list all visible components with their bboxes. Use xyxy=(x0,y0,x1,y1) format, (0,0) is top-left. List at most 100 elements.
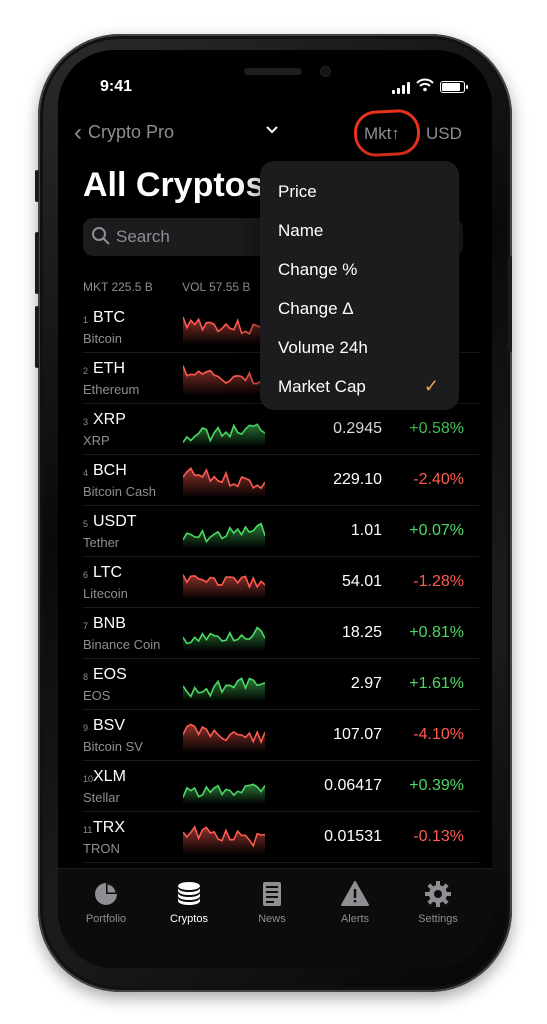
coin-rank: 6 xyxy=(83,570,89,580)
cellular-signal-icon xyxy=(392,82,410,94)
tab-bar: Portfolio Cryptos News Alerts Settings xyxy=(58,868,492,968)
coin-name: Litecoin xyxy=(83,586,128,601)
coin-name: Binance Coin xyxy=(83,637,161,652)
sparkline-area xyxy=(183,468,265,498)
crypto-row-usdt[interactable]: 5 USDT Tether 1.01 +0.07% xyxy=(83,506,479,557)
coin-name: TRON xyxy=(83,841,120,856)
coin-name: XRP xyxy=(83,433,110,448)
currency-button[interactable]: USD xyxy=(426,124,462,144)
page-title: All Cryptos xyxy=(83,166,265,204)
chevron-down-icon[interactable] xyxy=(265,124,279,134)
sort-option-name[interactable]: Name xyxy=(260,211,459,250)
coin-price: 107.07 xyxy=(333,726,382,743)
sparkline-chart xyxy=(183,574,265,600)
battery-icon xyxy=(440,81,468,93)
coin-symbol: BSV xyxy=(93,717,126,734)
coin-symbol: BTC xyxy=(93,309,125,326)
volume-up-button xyxy=(35,232,39,294)
coin-price: 229.10 xyxy=(333,471,382,488)
coin-price: 18.25 xyxy=(341,624,382,641)
sort-option-market-cap[interactable]: Market Cap ✓ xyxy=(260,367,459,406)
mute-switch xyxy=(35,170,39,202)
coin-rank: 7 xyxy=(83,621,89,631)
pie-chart-icon xyxy=(95,883,117,905)
coin-change: +0.81% xyxy=(409,624,464,641)
coin-symbol: ETH xyxy=(93,360,125,377)
tab-label: Portfolio xyxy=(85,913,127,925)
coin-price: 0.06417 xyxy=(324,777,382,794)
sort-option-volume-24h[interactable]: Volume 24h xyxy=(260,328,459,367)
status-bar: 9:41 xyxy=(58,50,492,110)
coin-rank: 9 xyxy=(83,723,89,733)
coin-change: -4.10% xyxy=(413,726,464,743)
coin-symbol: USDT xyxy=(93,513,137,530)
coin-price: 1.01 xyxy=(350,522,382,539)
crypto-row-bch[interactable]: 4 BCH Bitcoin Cash 229.10 -2.40% xyxy=(83,455,479,506)
coins-stack-icon xyxy=(178,882,200,905)
alert-triangle-icon xyxy=(341,881,369,906)
tab-alerts[interactable]: Alerts xyxy=(315,879,395,925)
coin-price: 54.01 xyxy=(341,573,382,590)
volume-down-button xyxy=(35,306,39,368)
tab-cryptos[interactable]: Cryptos xyxy=(149,879,229,925)
crypto-row-eos[interactable]: 8 EOS EOS 2.97 +1.61% xyxy=(83,659,479,710)
back-label: Crypto Pro xyxy=(88,122,175,142)
tab-news[interactable]: News xyxy=(232,879,312,925)
crypto-row-xrp[interactable]: 3 XRP XRP 0.2945 +0.58% xyxy=(83,404,479,455)
coin-price: 0.01531 xyxy=(324,828,382,845)
sparkline-chart xyxy=(183,423,265,447)
coin-symbol: BCH xyxy=(93,462,127,479)
crypto-row-xlm[interactable]: 10 XLM Stellar 0.06417 +0.39% xyxy=(83,761,479,812)
sort-option-change[interactable]: Change % xyxy=(260,250,459,289)
coin-change: +0.58% xyxy=(409,420,464,437)
crypto-row-bnb[interactable]: 7 BNB Binance Coin 18.25 +0.81% xyxy=(83,608,479,659)
coin-symbol: XRP xyxy=(93,411,126,428)
coin-rank: 8 xyxy=(83,672,89,682)
sparkline-chart xyxy=(183,723,265,753)
sparkline-chart xyxy=(183,522,265,549)
sort-button[interactable]: Mkt↑ xyxy=(364,124,400,144)
coin-name: Bitcoin Cash xyxy=(83,484,156,499)
coin-name: Stellar xyxy=(83,790,120,805)
coin-rank: 4 xyxy=(83,468,89,478)
crypto-row-ltc[interactable]: 6 LTC Litecoin 54.01 -1.28% xyxy=(83,557,479,608)
search-placeholder: Search xyxy=(116,227,170,246)
coin-symbol: XLM xyxy=(93,768,126,785)
coin-name: Tether xyxy=(83,535,120,550)
gear-icon xyxy=(425,881,451,907)
coin-change: +1.61% xyxy=(409,675,464,692)
coin-rank: 10 xyxy=(83,774,94,784)
coin-rank: 2 xyxy=(83,366,89,376)
checkmark-icon: ✓ xyxy=(423,376,439,396)
chevron-left-icon: ‹ xyxy=(74,118,82,146)
volume-total: VOL 57.55 B xyxy=(182,280,251,294)
sparkline-area xyxy=(183,784,265,804)
sort-option-price[interactable]: Price xyxy=(260,172,459,211)
back-button[interactable]: ‹ Crypto Pro xyxy=(74,118,175,146)
coin-name: EOS xyxy=(83,688,111,703)
sparkline-area xyxy=(183,317,265,345)
coin-rank: 11 xyxy=(83,825,93,835)
coin-change: +0.07% xyxy=(409,522,464,539)
nav-bar: ‹ Crypto Pro Mkt↑ USD xyxy=(58,108,492,158)
sort-option-change[interactable]: Change Δ xyxy=(260,289,459,328)
coin-change: -0.13% xyxy=(413,828,464,845)
sparkline-area xyxy=(183,627,265,651)
sparkline-area xyxy=(183,827,265,855)
sparkline-chart xyxy=(183,825,265,855)
screen: 9:41 ‹ Crypto Pro Mkt↑ USD All Cryptos S… xyxy=(58,50,492,968)
sparkline-chart xyxy=(183,783,265,804)
tab-label: News xyxy=(258,913,286,925)
coin-name: Ethereum xyxy=(83,382,140,397)
crypto-row-trx[interactable]: 11 TRX TRON 0.01531 -0.13% xyxy=(83,812,479,863)
tab-portfolio[interactable]: Portfolio xyxy=(66,879,146,925)
coin-name: Bitcoin xyxy=(83,331,123,346)
coin-rank: 5 xyxy=(83,519,89,529)
crypto-row-bsv[interactable]: 9 BSV Bitcoin SV 107.07 -4.10% xyxy=(83,710,479,761)
coin-change: +0.39% xyxy=(409,777,464,794)
coin-change: -2.40% xyxy=(413,471,464,488)
sparkline-chart xyxy=(183,626,265,651)
tab-settings[interactable]: Settings xyxy=(398,879,478,925)
tab-label: Alerts xyxy=(340,913,370,925)
sparkline-chart xyxy=(183,677,265,702)
